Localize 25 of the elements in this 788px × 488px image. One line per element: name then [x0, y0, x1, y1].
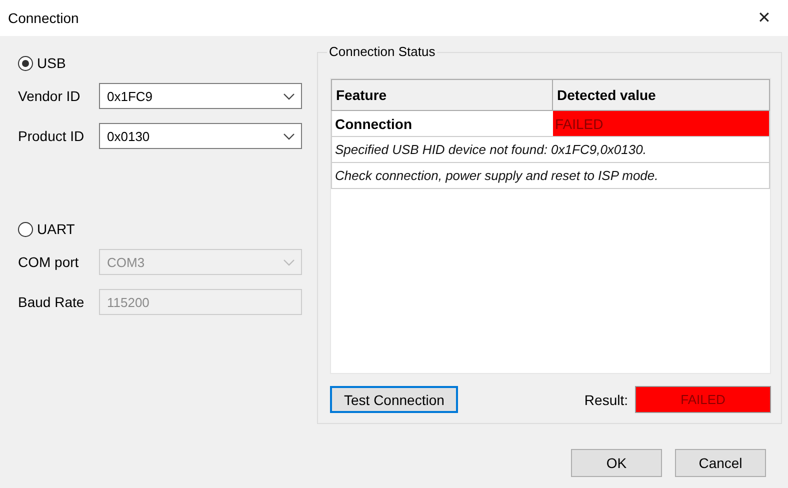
table-cell-text: Specified USB HID device not found: 0x1FC9,0x0130.	[334, 141, 646, 159]
chevron-down-icon	[283, 258, 295, 266]
column-header: Feature	[332, 80, 553, 110]
close-button[interactable]: ✕	[754, 8, 780, 28]
field-label: COM port	[18, 254, 80, 270]
ok-button[interactable]: OK	[571, 449, 662, 477]
chevron-down-icon	[283, 132, 295, 140]
chevron-down-icon	[283, 92, 295, 100]
group-title: Connection Status	[327, 44, 438, 59]
table-cell-text: Connection	[334, 114, 413, 134]
field-label: Vendor ID	[18, 88, 82, 104]
dropdown-field[interactable]: 0x1FC9	[99, 83, 302, 109]
field-label: Baud Rate	[18, 294, 86, 310]
result-label: Result:	[584, 392, 628, 408]
dropdown-field[interactable]: 0x0130	[99, 123, 302, 149]
table-cell-text: Check connection, power supply and reset to ISP mode.	[334, 167, 658, 185]
radio-option[interactable]: USB	[18, 53, 304, 73]
radio-option[interactable]: UART	[18, 219, 304, 239]
cancel-button[interactable]: Cancel	[675, 449, 766, 477]
table-cell: FAILED	[553, 111, 769, 136]
field-label: Product ID	[18, 128, 86, 144]
window-title: Connection	[8, 10, 79, 26]
column-header: Detected value	[553, 80, 770, 110]
test-connection-button[interactable]: Test Connection	[330, 386, 458, 413]
result-field: FAILED	[635, 386, 771, 413]
